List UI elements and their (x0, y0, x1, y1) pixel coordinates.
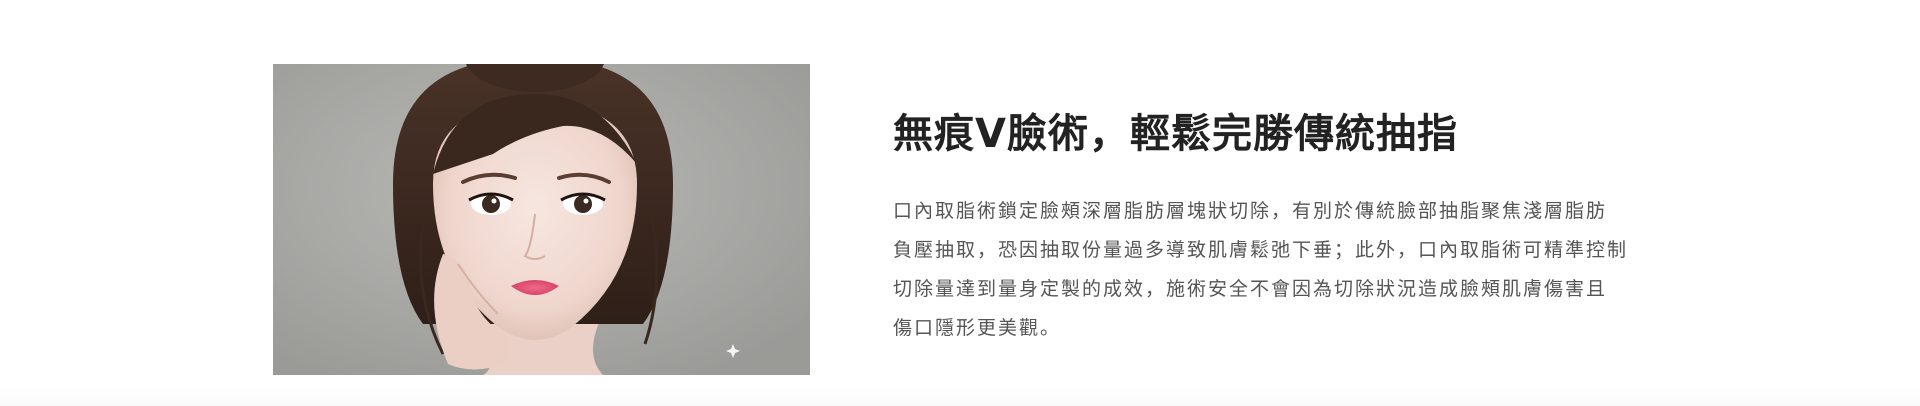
description-line: 傷口隱形更美觀。 (893, 317, 1062, 339)
feature-photo (273, 64, 810, 375)
face-portrait-image (273, 64, 810, 375)
feature-description: 口內取脂術鎖定臉頰深層脂肪層塊狀切除，有別於傳統臉部抽脂聚焦淺層脂肪 負壓抽取，… (893, 192, 1643, 348)
feature-text: 無痕V臉術，輕鬆完勝傳統抽指 口內取脂術鎖定臉頰深層脂肪層塊狀切除，有別於傳統臉… (893, 104, 1653, 348)
description-line: 口內取脂術鎖定臉頰深層脂肪層塊狀切除，有別於傳統臉部抽脂聚焦淺層脂肪 (893, 200, 1608, 222)
description-line: 切除量達到量身定製的成效，施術安全不會因為切除狀況造成臉頰肌膚傷害且 (893, 278, 1608, 300)
feature-headline: 無痕V臉術，輕鬆完勝傳統抽指 (893, 111, 1458, 157)
section-divider (0, 382, 1920, 406)
feature-section: 無痕V臉術，輕鬆完勝傳統抽指 口內取脂術鎖定臉頰深層脂肪層塊狀切除，有別於傳統臉… (0, 0, 1920, 406)
description-line: 負壓抽取，恐因抽取份量過多導致肌膚鬆弛下垂；此外，口內取脂術可精準控制 (893, 239, 1629, 261)
